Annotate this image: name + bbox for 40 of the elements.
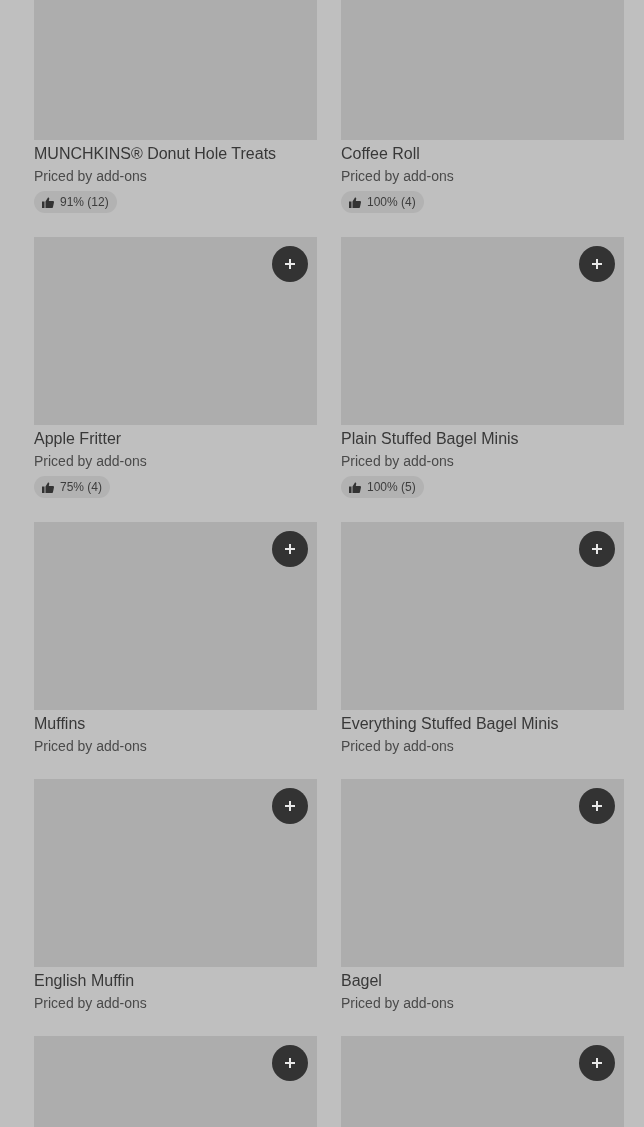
thumbs-up-icon — [349, 196, 361, 208]
plus-icon — [591, 543, 603, 555]
item-price: Priced by add-ons — [341, 994, 455, 1012]
add-button[interactable] — [579, 788, 615, 824]
item-title[interactable]: Plain Stuffed Bagel Minis — [341, 429, 624, 449]
thumbs-up-icon — [42, 481, 54, 493]
rating-text: 91% (12) — [60, 194, 109, 210]
rating-text: 75% (4) — [60, 479, 103, 495]
plus-icon — [591, 258, 603, 270]
item-price: Priced by add-ons — [34, 167, 148, 185]
item-price: Priced by add-ons — [341, 737, 455, 755]
plus-icon — [284, 1057, 296, 1069]
plus-icon — [284, 800, 296, 812]
item-title[interactable]: Muffins — [34, 714, 317, 734]
add-button[interactable] — [272, 788, 308, 824]
add-button[interactable] — [579, 531, 615, 567]
item-title[interactable]: Apple Fritter — [34, 429, 317, 449]
plus-icon — [284, 258, 296, 270]
rating-text: 100% (5) — [367, 479, 416, 495]
item-price: Priced by add-ons — [341, 452, 455, 470]
item-title[interactable]: English Muffin — [34, 971, 317, 991]
thumbs-up-icon — [349, 481, 361, 493]
add-button[interactable] — [272, 1045, 308, 1081]
item-title[interactable]: Bagel — [341, 971, 624, 991]
rating-text: 100% (4) — [367, 194, 416, 210]
add-button[interactable] — [272, 531, 308, 567]
item-price: Priced by add-ons — [34, 737, 148, 755]
item-price: Priced by add-ons — [341, 167, 455, 185]
add-button[interactable] — [579, 246, 615, 282]
item-title[interactable]: MUNCHKINS® Donut Hole Treats — [34, 144, 317, 164]
add-button[interactable] — [272, 246, 308, 282]
item-title[interactable]: Coffee Roll — [341, 144, 624, 164]
plus-icon — [284, 543, 296, 555]
plus-icon — [591, 800, 603, 812]
item-title[interactable]: Everything Stuffed Bagel Minis — [341, 714, 624, 734]
item-price: Priced by add-ons — [34, 994, 148, 1012]
item-price: Priced by add-ons — [34, 452, 148, 470]
thumbs-up-icon — [42, 196, 54, 208]
add-button[interactable] — [579, 1045, 615, 1081]
plus-icon — [591, 1057, 603, 1069]
